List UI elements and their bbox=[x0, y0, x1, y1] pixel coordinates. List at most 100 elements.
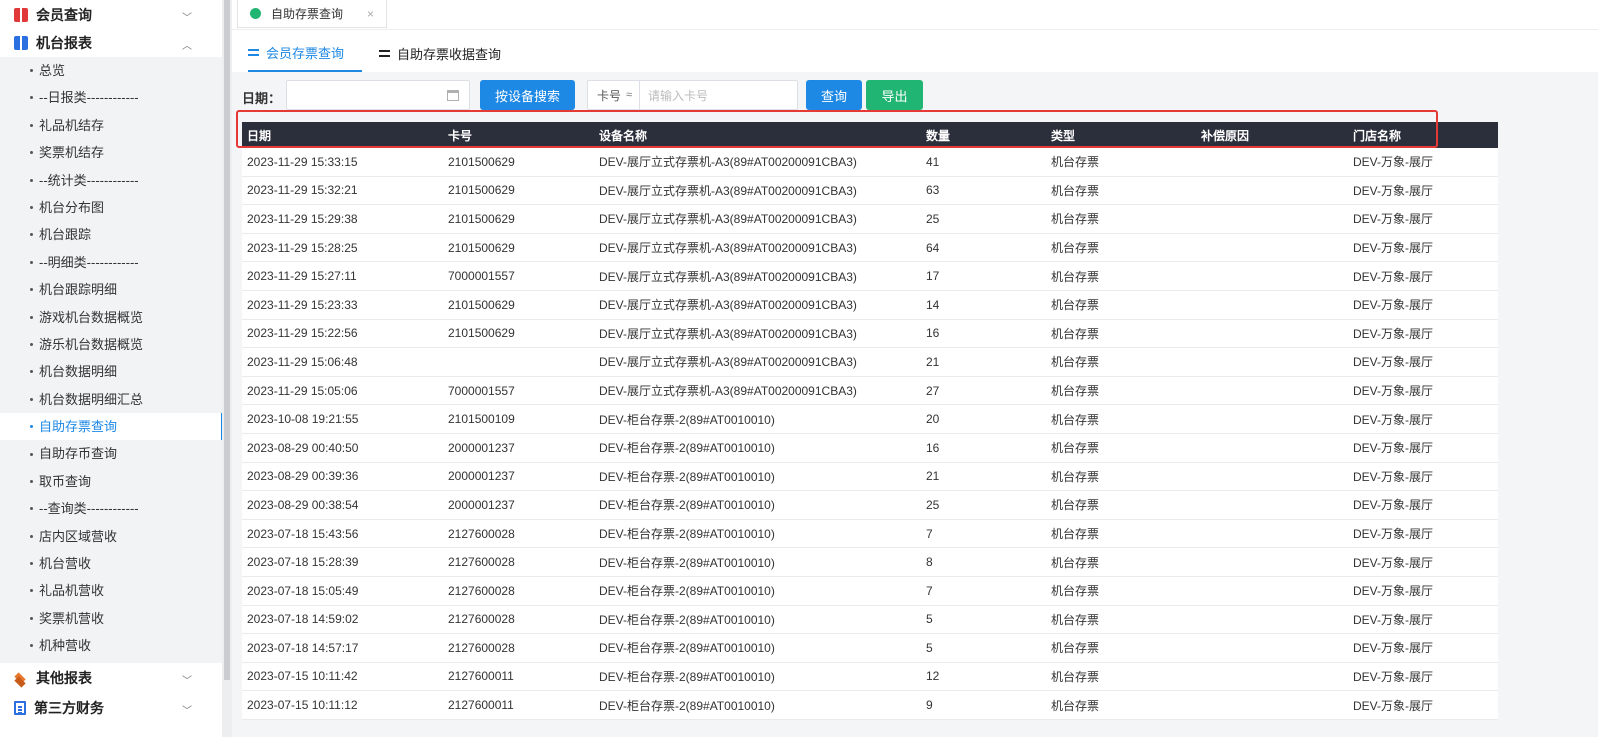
sidebar-item-machine-revenue[interactable]: 机台营收 bbox=[0, 550, 222, 577]
cell-store: DEV-万象-展厅 bbox=[1353, 326, 1434, 341]
sidebar-item-label: 游戏机台数据概览 bbox=[39, 309, 144, 325]
sidebar-item-overview[interactable]: 总览 bbox=[0, 57, 222, 84]
cell-device: DEV-柜台存票-2(89#AT0010010) bbox=[599, 527, 775, 542]
cell-quantity: 63 bbox=[926, 183, 940, 198]
sidebar-item-detail-section[interactable]: --明细类------------ bbox=[0, 249, 222, 276]
table-row[interactable]: 2023-11-29 15:32:21 2101500629 DEV-展厅立式存票机… bbox=[242, 176, 1498, 206]
table-row[interactable]: 2023-11-29 15:29:38 2101500629 DEV-展厅立式存票机… bbox=[242, 205, 1498, 234]
cell-device: DEV-柜台存票-2(89#AT0010010) bbox=[599, 469, 775, 484]
sidebar-item-coin-withdraw-query[interactable]: 取币查询 bbox=[0, 468, 222, 495]
bullet-icon bbox=[30, 644, 33, 648]
sidebar-item-amusement-machine-overview[interactable]: 游乐机台数据概览 bbox=[0, 331, 222, 358]
sidebar-item-machine-distribution[interactable]: 机台分布图 bbox=[0, 194, 222, 221]
sidebar-item-ticket-machine-revenue[interactable]: 奖票机营收 bbox=[0, 605, 222, 632]
sidebar-scrollbar[interactable] bbox=[222, 0, 232, 737]
sidebar-item-stats-section[interactable]: --统计类------------ bbox=[0, 167, 222, 194]
sidebar-item-label: 礼品机营收 bbox=[39, 583, 105, 599]
card-type-select[interactable]: 卡号 ≈ bbox=[588, 81, 640, 109]
card-number-input[interactable]: 请输入卡号 bbox=[640, 81, 797, 109]
sidebar-item-machine-data-detail[interactable]: 机台数据明细 bbox=[0, 358, 222, 385]
table-row[interactable]: 2023-10-08 19:21:55 2101500109 DEV-柜台存票-2(… bbox=[242, 405, 1498, 434]
cell-quantity: 20 bbox=[926, 412, 940, 427]
column-header-date[interactable]: 日期 bbox=[247, 122, 271, 148]
sidebar-item-label: --明细类------------ bbox=[39, 254, 139, 270]
sidebar-item-area-revenue[interactable]: 店内区域营收 bbox=[0, 523, 222, 550]
sidebar-item-label: --日报类------------ bbox=[39, 90, 139, 106]
table-row[interactable]: 2023-08-29 00:38:54 2000001237 DEV-柜台存票-2(… bbox=[242, 491, 1498, 520]
sidebar-item-label: 总览 bbox=[39, 63, 66, 78]
cell-type: 机台存票 bbox=[1051, 527, 1100, 542]
table-row[interactable]: 2023-11-29 15:22:56 2101500629 DEV-展厅立式存票机… bbox=[242, 319, 1498, 349]
cell-type: 机台存票 bbox=[1051, 498, 1100, 513]
table-row[interactable]: 2023-11-29 15:27:11 7000001557 DEV-展厅立式存票机… bbox=[242, 262, 1498, 291]
sidebar-item-gift-machine-revenue[interactable]: 礼品机营收 bbox=[0, 577, 222, 604]
column-header-device[interactable]: 设备名称 bbox=[599, 122, 647, 148]
menu-group-member-query[interactable]: 会员查询 ﹀ bbox=[0, 0, 222, 30]
column-header-quantity[interactable]: 数量 bbox=[926, 122, 950, 148]
date-range-input[interactable] bbox=[286, 80, 470, 110]
cell-store: DEV-万象-展厅 bbox=[1353, 698, 1434, 713]
bullet-icon bbox=[30, 123, 33, 127]
layers-icon bbox=[14, 671, 28, 685]
cell-quantity: 16 bbox=[926, 440, 940, 455]
sidebar-item-self-ticket-query[interactable]: 自助存票查询 bbox=[0, 413, 223, 441]
card-number-placeholder: 请输入卡号 bbox=[648, 88, 709, 103]
cell-store: DEV-万象-展厅 bbox=[1353, 669, 1434, 684]
menu-group-machine-report[interactable]: 机台报表 ︿ bbox=[0, 28, 222, 58]
close-icon[interactable]: × bbox=[367, 7, 374, 21]
tab-receipt-query[interactable]: 自助存票收据查询 bbox=[379, 34, 501, 72]
sidebar-item-machine-type-revenue[interactable]: 机种营收 bbox=[0, 632, 222, 659]
cell-device: DEV-展厅立式存票机-A3(89#AT00200091CBA3) bbox=[599, 269, 857, 284]
bullet-icon bbox=[30, 616, 33, 620]
cell-quantity: 14 bbox=[926, 297, 940, 312]
table-row[interactable]: 2023-07-18 14:59:02 2127600028 DEV-柜台存票-2(… bbox=[242, 605, 1498, 635]
menu-group-third-party-finance[interactable]: 第三方财务 ﹀ bbox=[0, 693, 222, 723]
table-row[interactable]: 2023-11-29 15:33:15 2101500629 DEV-展厅立式存票机… bbox=[242, 148, 1498, 177]
table-row[interactable]: 2023-11-29 15:23:33 2101500629 DEV-展厅立式存票机… bbox=[242, 290, 1498, 320]
table-row[interactable]: 2023-08-29 00:39:36 2000001237 DEV-柜台存票-2(… bbox=[242, 462, 1498, 492]
sidebar-item-machine-tracking[interactable]: 机台跟踪 bbox=[0, 221, 222, 248]
cell-quantity: 5 bbox=[926, 612, 933, 627]
table-row[interactable]: 2023-07-15 10:11:12 2127600011 DEV-柜台存票-2(… bbox=[242, 691, 1498, 720]
sidebar-item-daily-section[interactable]: --日报类------------ bbox=[0, 84, 222, 111]
table-row[interactable]: 2023-11-29 15:06:48 DEV-展厅立式存票机-A3(89#AT0… bbox=[242, 348, 1498, 377]
export-button[interactable]: 导出 bbox=[866, 80, 923, 110]
table-row[interactable]: 2023-07-18 15:05:49 2127600028 DEV-柜台存票-2(… bbox=[242, 576, 1498, 606]
bullet-icon bbox=[30, 534, 33, 538]
sidebar-item-machine-tracking-detail[interactable]: 机台跟踪明细 bbox=[0, 276, 222, 303]
chevron-up-icon: ︿ bbox=[182, 41, 192, 52]
column-header-card[interactable]: 卡号 bbox=[448, 122, 472, 148]
card-type-label: 卡号 bbox=[597, 88, 622, 103]
table-row[interactable]: 2023-11-29 15:05:06 7000001557 DEV-展厅立式存票机… bbox=[242, 376, 1498, 406]
table-row[interactable]: 2023-11-29 15:28:25 2101500629 DEV-展厅立式存票机… bbox=[242, 233, 1498, 263]
menu-group-other-reports[interactable]: 其他报表 ﹀ bbox=[0, 663, 222, 693]
device-search-button[interactable]: 按设备搜索 bbox=[480, 80, 575, 110]
column-header-reason[interactable]: 补偿原因 bbox=[1201, 122, 1249, 148]
cell-type: 机台存票 bbox=[1051, 155, 1100, 170]
tab-member-ticket-query[interactable]: 会员存票查询 bbox=[248, 34, 362, 72]
table-body: 2023-11-29 15:33:15 2101500629 DEV-展厅立式存票机… bbox=[242, 148, 1498, 720]
query-button[interactable]: 查询 bbox=[806, 80, 862, 110]
column-header-store[interactable]: 门店名称 bbox=[1353, 122, 1401, 148]
scrollbar-thumb[interactable] bbox=[224, 0, 230, 680]
table-row[interactable]: 2023-07-18 15:43:56 2127600028 DEV-柜台存票-2(… bbox=[242, 519, 1498, 549]
cell-device: DEV-柜台存票-2(89#AT0010010) bbox=[599, 612, 775, 627]
sidebar-item-game-machine-overview[interactable]: 游戏机台数据概览 bbox=[0, 304, 222, 331]
sidebar-item-label: 机台跟踪 bbox=[39, 227, 92, 243]
sidebar-item-machine-data-summary[interactable]: 机台数据明细汇总 bbox=[0, 386, 222, 413]
cell-quantity: 9 bbox=[926, 698, 933, 713]
page-tab-self-ticket-query[interactable]: 自助存票查询 × bbox=[237, 0, 387, 28]
cell-store: DEV-万象-展厅 bbox=[1353, 155, 1434, 170]
table-row[interactable]: 2023-07-18 14:57:17 2127600028 DEV-柜台存票-2(… bbox=[242, 634, 1498, 663]
column-header-type[interactable]: 类型 bbox=[1051, 122, 1075, 148]
cell-quantity: 16 bbox=[926, 326, 940, 341]
sidebar-item-self-coin-query[interactable]: 自助存币查询 bbox=[0, 440, 222, 467]
sidebar-item-label: 机台营收 bbox=[39, 556, 92, 572]
table-row[interactable]: 2023-08-29 00:40:50 2000001237 DEV-柜台存票-2(… bbox=[242, 433, 1498, 463]
sidebar-item-gift-machine-balance[interactable]: 礼品机结存 bbox=[0, 112, 222, 139]
sidebar-item-query-section[interactable]: --查询类------------ bbox=[0, 495, 222, 522]
table-row[interactable]: 2023-07-18 15:28:39 2127600028 DEV-柜台存票-2(… bbox=[242, 548, 1498, 577]
table-row[interactable]: 2023-07-15 10:11:42 2127600011 DEV-柜台存票-2(… bbox=[242, 662, 1498, 692]
sidebar-item-ticket-machine-balance[interactable]: 奖票机结存 bbox=[0, 139, 222, 166]
page-tab-strip: 自助存票查询 × bbox=[232, 0, 1598, 30]
